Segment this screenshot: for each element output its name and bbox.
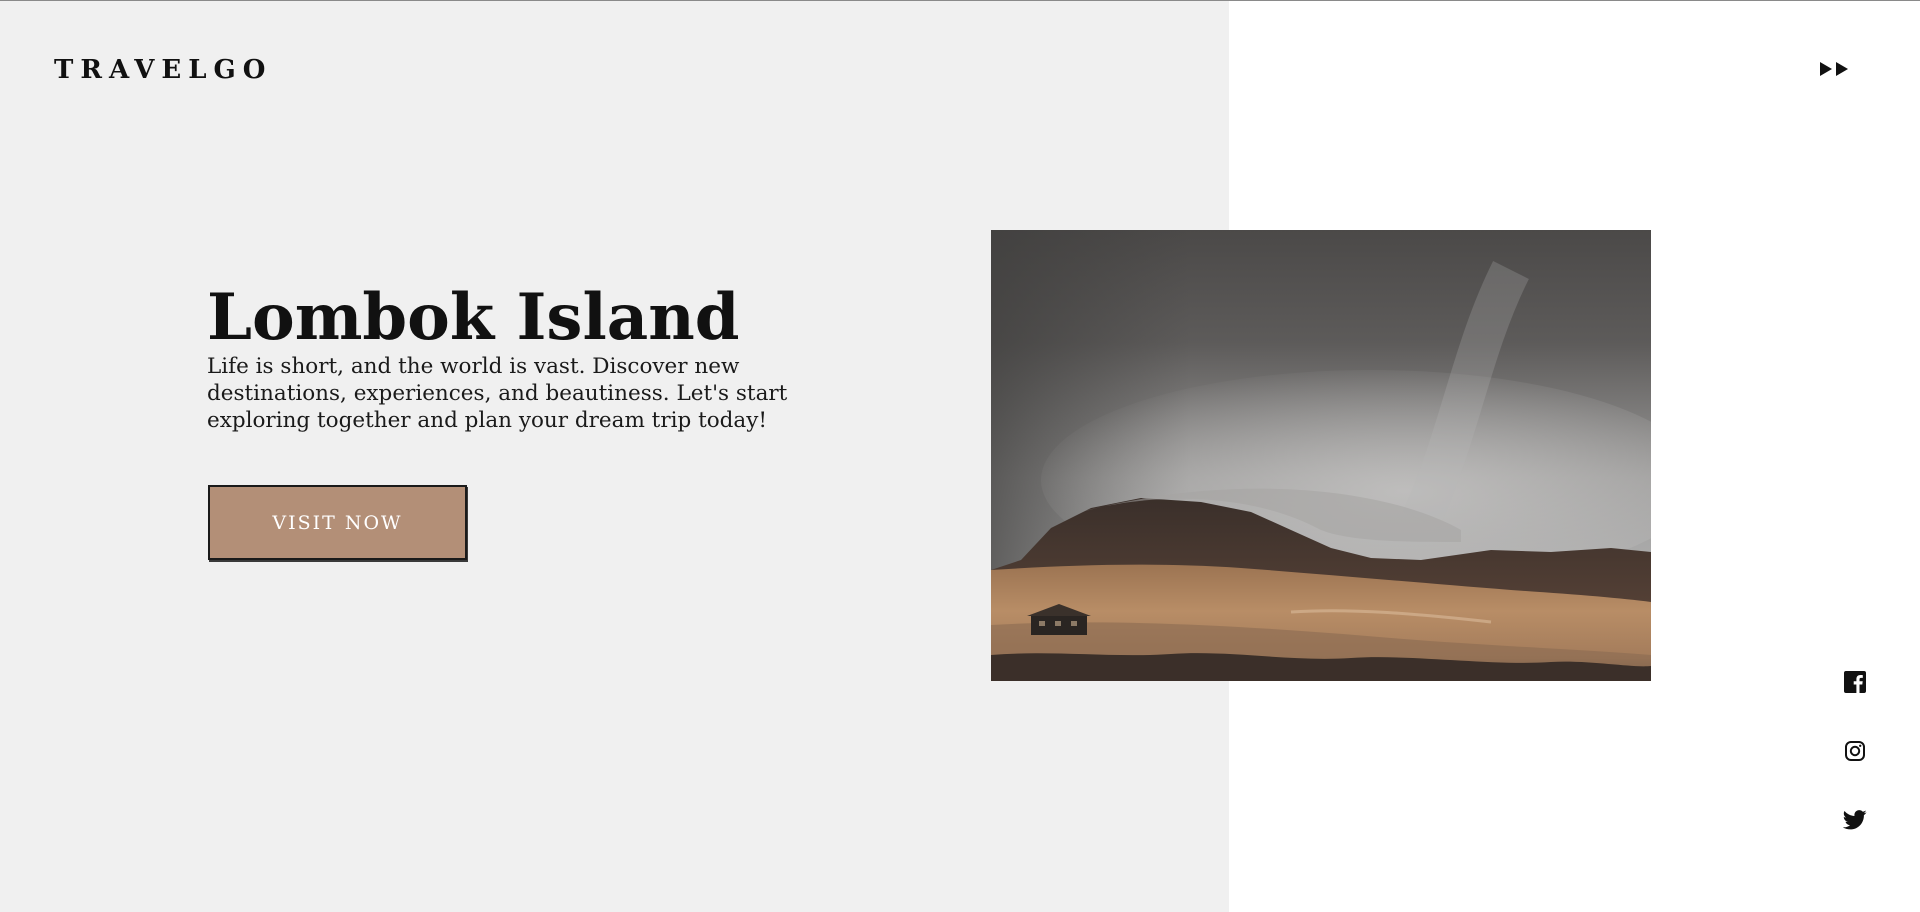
instagram-icon[interactable] (1843, 739, 1867, 763)
hero-landscape-image (991, 230, 1651, 681)
hero-description: Life is short, and the world is vast. Di… (207, 354, 788, 433)
twitter-icon[interactable] (1843, 808, 1867, 832)
hero-title: Lombok Island (207, 280, 740, 355)
brand-logo[interactable]: TRAVELGO (54, 52, 272, 88)
fast-forward-icon[interactable] (1818, 60, 1854, 78)
facebook-icon[interactable] (1843, 670, 1867, 694)
visit-now-label: VISIT NOW (272, 511, 403, 534)
visit-now-button[interactable]: VISIT NOW (208, 485, 467, 560)
